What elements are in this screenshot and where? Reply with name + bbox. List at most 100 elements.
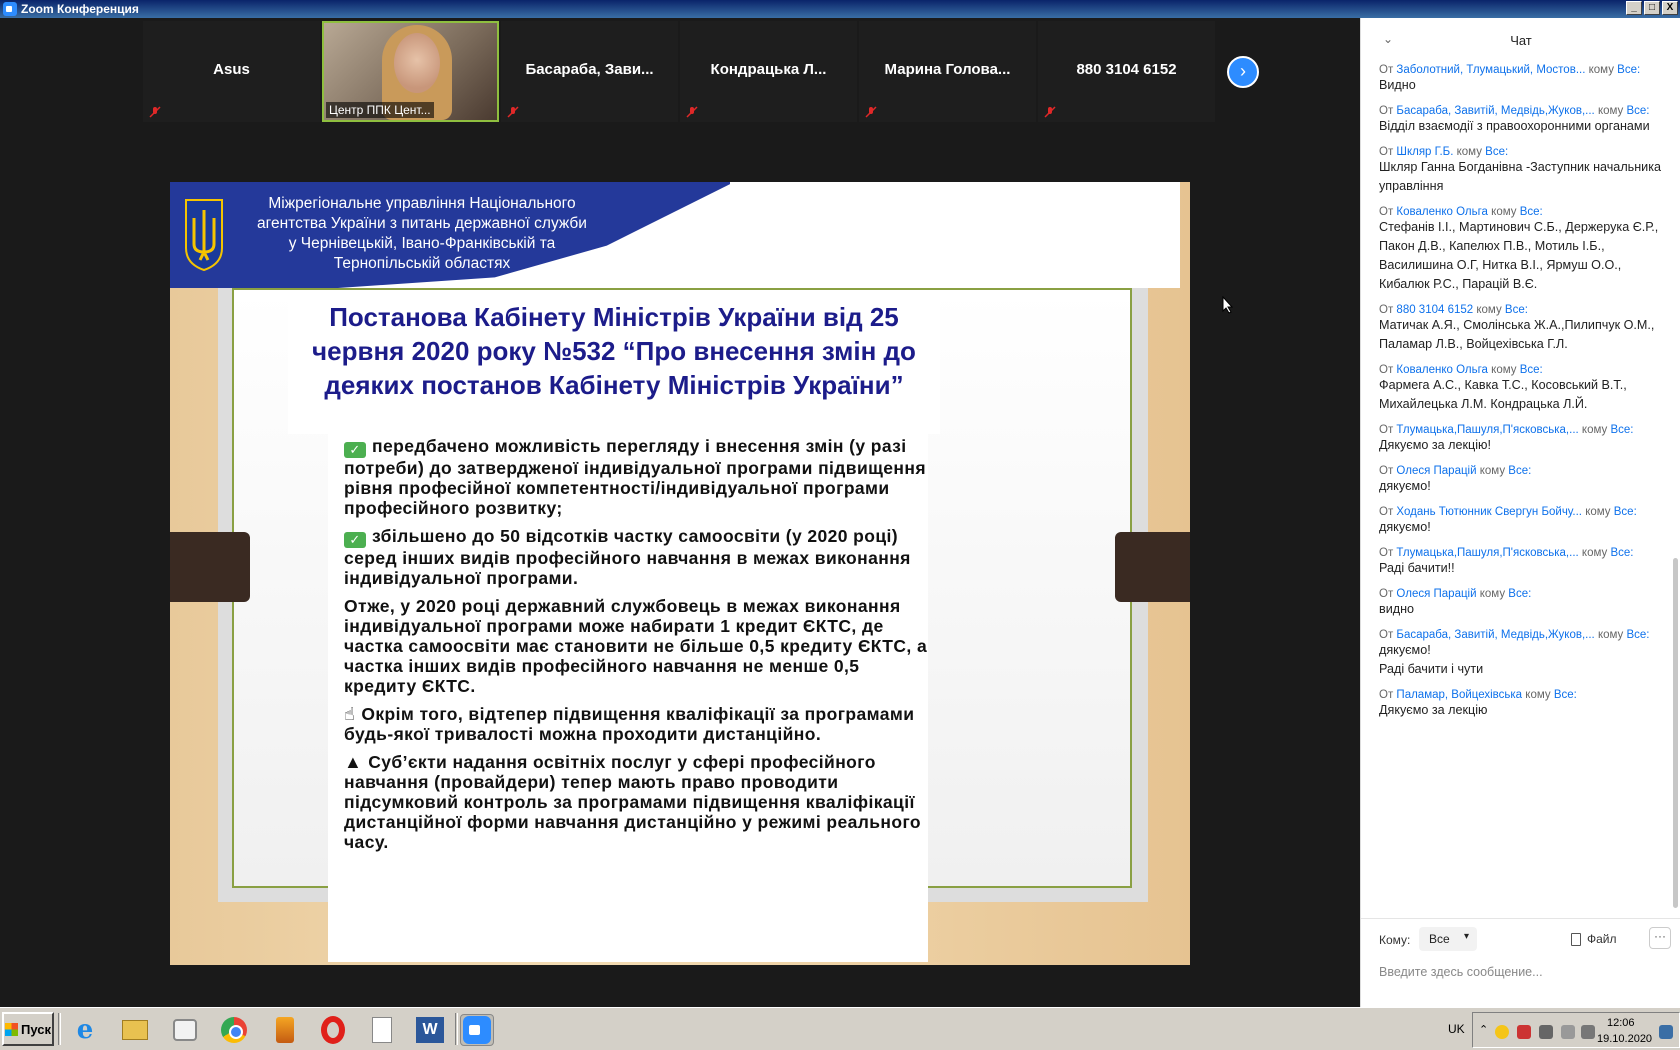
participant-tile-video[interactable]: Центр ППК Цент...: [322, 21, 499, 122]
clock-date[interactable]: 19.10.2020: [1597, 1033, 1652, 1045]
zoom-taskbar-icon[interactable]: [460, 1014, 494, 1046]
chat-recipient-link[interactable]: Все:: [1520, 364, 1543, 376]
participant-tile[interactable]: Марина Голова...: [859, 21, 1036, 122]
chat-recipient-link[interactable]: Все:: [1520, 206, 1543, 218]
show-desktop-icon[interactable]: [1659, 1025, 1673, 1039]
chat-recipient-link[interactable]: Все:: [1505, 304, 1528, 316]
chat-sender-link[interactable]: Коваленко Ольга: [1396, 364, 1488, 376]
slide-paragraph: ▲ Суб’єкти надання освітніх послуг у сфер…: [344, 752, 928, 852]
chat-scrollbar[interactable]: [1673, 558, 1678, 908]
network-status-icon[interactable]: [1495, 1025, 1509, 1039]
to-label: кому: [1581, 547, 1608, 559]
participant-tile[interactable]: Asus: [143, 21, 320, 122]
from-label: От: [1379, 629, 1394, 641]
close-button[interactable]: X: [1662, 1, 1678, 15]
from-label: От: [1379, 588, 1394, 600]
system-tray: ⌃ 12:06 19.10.2020: [1472, 1012, 1680, 1048]
participant-name: Asus: [213, 61, 250, 78]
start-button[interactable]: Пуск: [2, 1012, 54, 1046]
file-button-label: Файл: [1587, 932, 1617, 946]
file-button[interactable]: Файл: [1571, 932, 1617, 946]
window-title-bar[interactable]: Zoom Конференция _ □ X: [0, 0, 1680, 18]
device-icon[interactable]: [1539, 1025, 1553, 1039]
chat-sender-link[interactable]: Басараба, Завитій, Медвідь,Жуков,...: [1396, 629, 1594, 641]
chat-message-list[interactable]: От Заболотний, Тлумацький, Мостов... ком…: [1361, 64, 1673, 914]
participant-name: Кондрацька Л...: [710, 61, 827, 78]
chat-recipient-link[interactable]: Все:: [1485, 146, 1508, 158]
more-options-button[interactable]: ···: [1649, 927, 1671, 949]
chat-recipient-link[interactable]: Все:: [1617, 64, 1640, 76]
participant-tile[interactable]: Басараба, Зави...: [501, 21, 678, 122]
to-label: кому: [1456, 146, 1482, 158]
chat-message-meta: От Заболотний, Тлумацький, Мостов... ком…: [1379, 64, 1673, 76]
chat-sender-link[interactable]: Паламар, Войцехівська: [1396, 689, 1522, 701]
coat-of-arms-icon: [185, 199, 223, 272]
chat-recipient-link[interactable]: Все:: [1610, 424, 1633, 436]
monitor-icon[interactable]: [1561, 1025, 1575, 1039]
chat-recipient-link[interactable]: Все:: [1626, 629, 1649, 641]
language-indicator[interactable]: UK: [1448, 1022, 1465, 1036]
chat-header: ⌄ Чат: [1361, 18, 1680, 58]
volume-icon[interactable]: [1581, 1025, 1595, 1039]
chat-message-meta: От Олеся Парацій кому Все:: [1379, 588, 1673, 600]
chat-message-meta: От Паламар, Войцехівська кому Все:: [1379, 689, 1673, 701]
media-player-icon[interactable]: [168, 1014, 202, 1046]
slide-paragraph: ✓ передбачено можливість перегляду і внес…: [344, 436, 928, 518]
document-icon[interactable]: [365, 1014, 399, 1046]
chat-message: От Коваленко Ольга кому Все: Фармега А.С.…: [1379, 364, 1673, 414]
chat-recipient-link[interactable]: Все:: [1626, 105, 1649, 117]
chat-message-meta: От Коваленко Ольга кому Все:: [1379, 206, 1673, 218]
recipient-dropdown[interactable]: Все ▾: [1419, 927, 1477, 951]
chat-recipient-link[interactable]: Все:: [1508, 465, 1531, 477]
chat-message: От Тлумацька,Пашуля,П'ясковська,... кому…: [1379, 424, 1673, 455]
chat-sender-link[interactable]: Заболотний, Тлумацький, Мостов...: [1396, 64, 1585, 76]
graduation-cap-icon: ▲: [344, 752, 363, 772]
maximize-button[interactable]: □: [1644, 1, 1660, 15]
zoom-app-icon: [3, 2, 17, 16]
chat-sender-link[interactable]: Тлумацька,Пашуля,П'ясковська,...: [1396, 547, 1578, 559]
opera-icon[interactable]: [316, 1014, 350, 1046]
file-explorer-icon[interactable]: [118, 1014, 152, 1046]
from-label: От: [1379, 506, 1394, 518]
decree-heading-box: Постанова Кабінету Міністрів України від…: [288, 294, 940, 434]
participant-tile[interactable]: Кондрацька Л...: [680, 21, 857, 122]
internet-explorer-icon[interactable]: e: [68, 1014, 102, 1046]
chat-sender-link[interactable]: Шкляр Г.Б.: [1396, 146, 1453, 158]
participant-tile[interactable]: 880 3104 6152: [1038, 21, 1215, 122]
clock-time[interactable]: 12:06: [1607, 1017, 1635, 1029]
check-mark-icon: ✓: [344, 442, 366, 458]
chat-sender-link[interactable]: Олеся Парацій: [1396, 588, 1476, 600]
from-label: От: [1379, 465, 1394, 477]
chat-message: От Басараба, Завитій, Медвідь,Жуков,... …: [1379, 629, 1673, 679]
chat-sender-link[interactable]: Коваленко Ольга: [1396, 206, 1488, 218]
pointing-hand-icon: ☝: [344, 704, 356, 724]
paragraph-text: збільшено до 50 відсотків частку самоосв…: [344, 526, 911, 588]
to-label: кому: [1585, 506, 1611, 518]
chat-sender-link[interactable]: Олеся Парацій: [1396, 465, 1476, 477]
from-label: От: [1379, 64, 1394, 76]
from-label: От: [1379, 304, 1394, 316]
chat-sender-link[interactable]: Тлумацька,Пашуля,П'ясковська,...: [1396, 424, 1578, 436]
chat-recipient-link[interactable]: Все:: [1508, 588, 1531, 600]
tray-expand-icon[interactable]: ⌃: [1479, 1023, 1488, 1036]
chat-message-meta: От Ходань Тютюнник Свергун Бойчу... кому…: [1379, 506, 1673, 518]
chat-title: Чат: [1510, 33, 1532, 48]
security-icon[interactable]: [1517, 1025, 1531, 1039]
chat-sender-link[interactable]: Басараба, Завитій, Медвідь,Жуков,...: [1396, 105, 1594, 117]
chat-recipient-link[interactable]: Все:: [1614, 506, 1637, 518]
chat-message-text: Раді бачити!!: [1379, 561, 1455, 575]
chat-sender-link[interactable]: 880 3104 6152: [1396, 304, 1473, 316]
minimize-button[interactable]: _: [1626, 1, 1642, 15]
chat-recipient-link[interactable]: Все:: [1554, 689, 1577, 701]
window-title: Zoom Конференция: [21, 2, 139, 16]
slide-header: Міжрегіональне управління Національного …: [170, 182, 1180, 288]
chat-sender-link[interactable]: Ходань Тютюнник Свергун Бойчу...: [1396, 506, 1582, 518]
chat-message: От Басараба, Завитій, Медвідь,Жуков,... …: [1379, 105, 1673, 136]
gallery-next-button[interactable]: ›: [1227, 56, 1259, 88]
word-icon[interactable]: W: [413, 1014, 447, 1046]
chrome-icon[interactable]: [217, 1014, 251, 1046]
app-shortcut-icon[interactable]: [268, 1014, 302, 1046]
to-label: кому: [1525, 689, 1551, 701]
chat-recipient-link[interactable]: Все:: [1610, 547, 1633, 559]
chat-message-input[interactable]: [1379, 961, 1669, 983]
